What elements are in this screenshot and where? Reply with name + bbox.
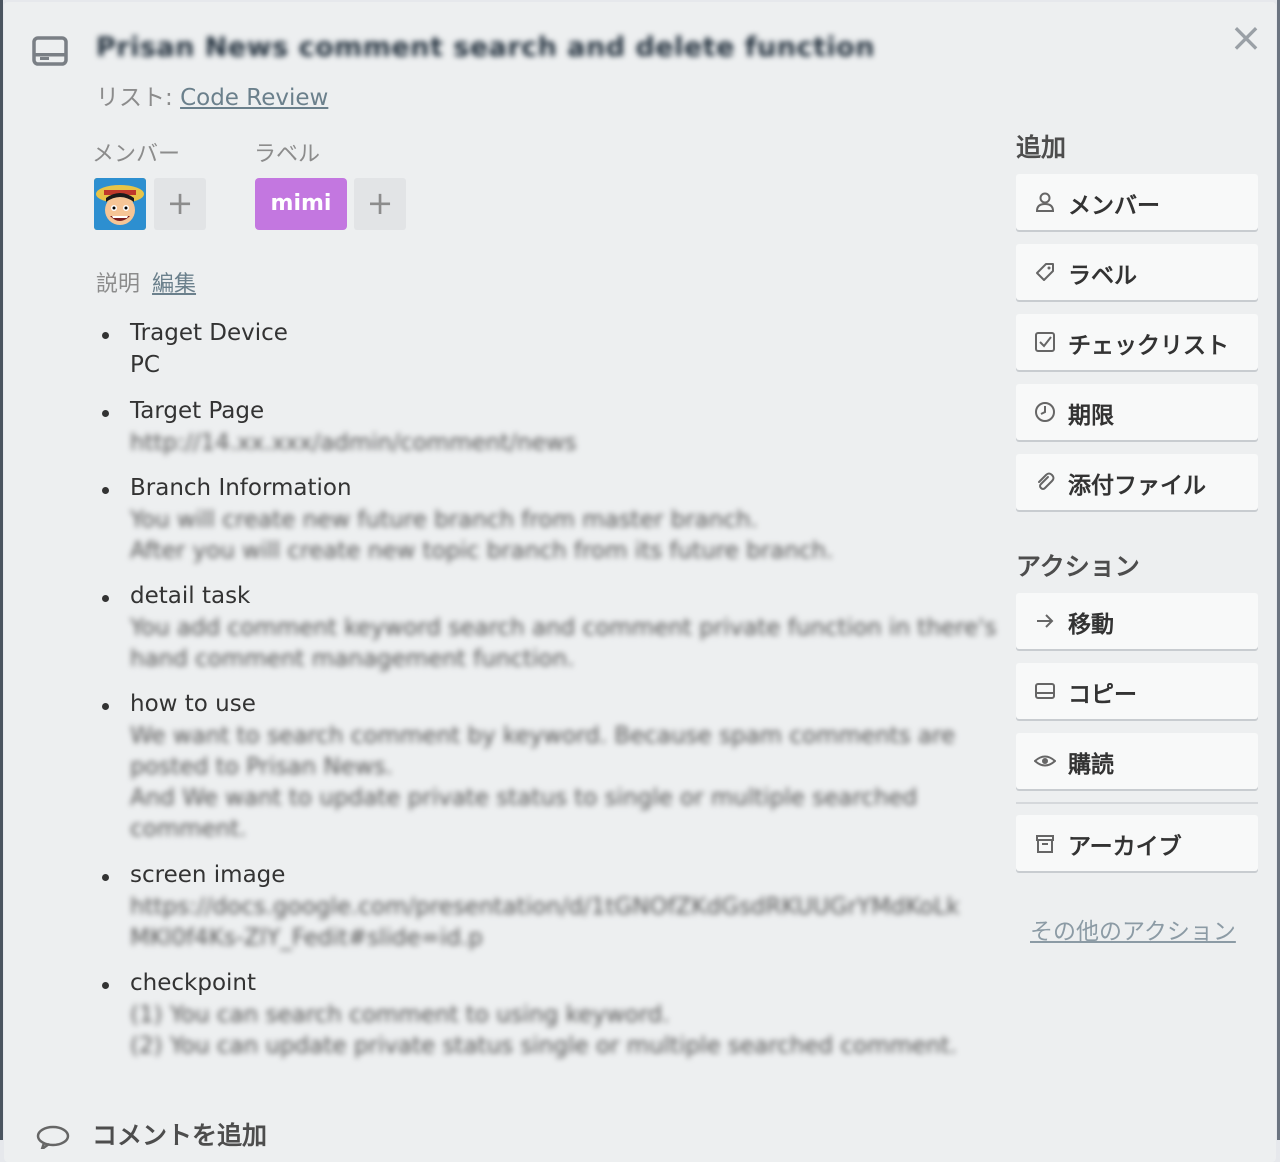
description-label: 説明: [96, 272, 141, 297]
divider: [1016, 802, 1258, 804]
item-line-link[interactable]: http://14.xx.xxx/admin/comment/news: [130, 430, 577, 456]
add-member-sidebar-button[interactable]: メンバー: [1016, 174, 1258, 230]
eye-icon: [1034, 755, 1056, 767]
clock-icon: [1035, 402, 1055, 422]
item-title: checkpoint: [130, 970, 256, 996]
button-label: 期限: [1068, 403, 1114, 429]
subscribe-button[interactable]: 購読: [1016, 733, 1258, 789]
add-comment-header: コメントを追加: [36, 1116, 267, 1152]
bullet: [102, 703, 109, 710]
bullet: [102, 410, 109, 417]
paperclip-icon: [1038, 472, 1055, 490]
bullet: [102, 487, 109, 494]
item-line: You will create new future branch from m…: [130, 507, 758, 533]
button-label: ラベル: [1068, 263, 1137, 289]
members-label: メンバー: [92, 142, 181, 167]
item-title: Branch Information: [130, 475, 352, 501]
archive-button[interactable]: アーカイブ: [1016, 815, 1258, 871]
item-line: (1) You can search comment to using keyw…: [130, 1002, 670, 1028]
button-label: 移動: [1068, 612, 1114, 638]
item-line-link[interactable]: https://docs.google.com/presentation/d/1…: [130, 894, 960, 920]
add-due-date-button[interactable]: 期限: [1016, 384, 1258, 440]
button-label: メンバー: [1068, 193, 1160, 219]
edit-description-link[interactable]: 編集: [152, 272, 196, 297]
in-list-text: リスト: Code Review: [96, 78, 328, 112]
tag-icon: [1036, 263, 1054, 281]
item-line: You add comment keyword search and comme…: [130, 615, 997, 641]
more-actions-link[interactable]: その他のアクション: [1030, 916, 1240, 949]
item-title: detail task: [130, 583, 251, 609]
list-link[interactable]: Code Review: [180, 85, 328, 111]
bullet: [102, 595, 109, 602]
label-chip-mimi[interactable]: mimi: [255, 178, 347, 230]
item-line: hand comment management function.: [130, 646, 575, 672]
item-title: Traget Device: [130, 320, 288, 346]
item-line: We want to search comment by keyword. Be…: [130, 723, 956, 749]
item-title: screen image: [130, 862, 286, 888]
item-line: (2) You can update private status single…: [130, 1033, 957, 1059]
item-line-link[interactable]: MKl0f4Ks-ZlY_Fedit#slide=id.p: [130, 925, 483, 951]
button-label: 購読: [1068, 752, 1114, 778]
card-title[interactable]: Prisan News comment search and delete fu…: [96, 32, 875, 63]
move-card-button[interactable]: 移動: [1016, 593, 1258, 649]
card-icon: [32, 36, 68, 66]
checkbox-icon: [1035, 332, 1055, 352]
in-list-prefix: リスト:: [96, 85, 181, 111]
window-left-edge: [0, 0, 3, 1140]
description-header: 説明 編集: [96, 266, 196, 298]
bullet: [102, 982, 109, 989]
add-comment-heading: コメントを追加: [92, 1121, 268, 1150]
speech-bubble-icon: [36, 1125, 70, 1149]
item-line: After you will create new topic branch f…: [130, 538, 834, 564]
add-label-sidebar-button[interactable]: ラベル: [1016, 244, 1258, 300]
copy-card-button[interactable]: コピー: [1016, 663, 1258, 719]
item-title: Target Page: [130, 398, 265, 424]
bullet: [102, 874, 109, 881]
avatar[interactable]: [94, 178, 146, 230]
card-detail-modal: Prisan News comment search and delete fu…: [4, 2, 1276, 1162]
add-label-button[interactable]: +: [354, 178, 406, 230]
button-label: アーカイブ: [1068, 834, 1182, 860]
labels-label: ラベル: [254, 142, 321, 167]
add-member-button[interactable]: +: [154, 178, 206, 230]
button-label: コピー: [1068, 682, 1137, 708]
close-button[interactable]: ×: [1226, 18, 1266, 58]
item-line: comment.: [130, 816, 247, 842]
avatar-image: [94, 178, 146, 230]
add-heading: 追加: [1016, 133, 1067, 162]
add-checklist-button[interactable]: チェックリスト: [1016, 314, 1258, 370]
actions-heading: アクション: [1016, 552, 1140, 581]
button-label: チェックリスト: [1068, 333, 1229, 359]
button-label: 添付ファイル: [1068, 473, 1206, 499]
item-title: how to use: [130, 691, 256, 717]
item-line: And We want to update private status to …: [130, 785, 918, 811]
item-line: PC: [130, 352, 160, 378]
person-icon: [1035, 192, 1055, 212]
item-line: posted to Prisan News.: [130, 754, 393, 780]
bullet: [102, 332, 109, 339]
card-icon: [1035, 683, 1055, 699]
archive-icon: [1036, 835, 1054, 853]
add-attachment-button[interactable]: 添付ファイル: [1016, 454, 1258, 510]
arrow-right-icon: [1037, 614, 1054, 628]
